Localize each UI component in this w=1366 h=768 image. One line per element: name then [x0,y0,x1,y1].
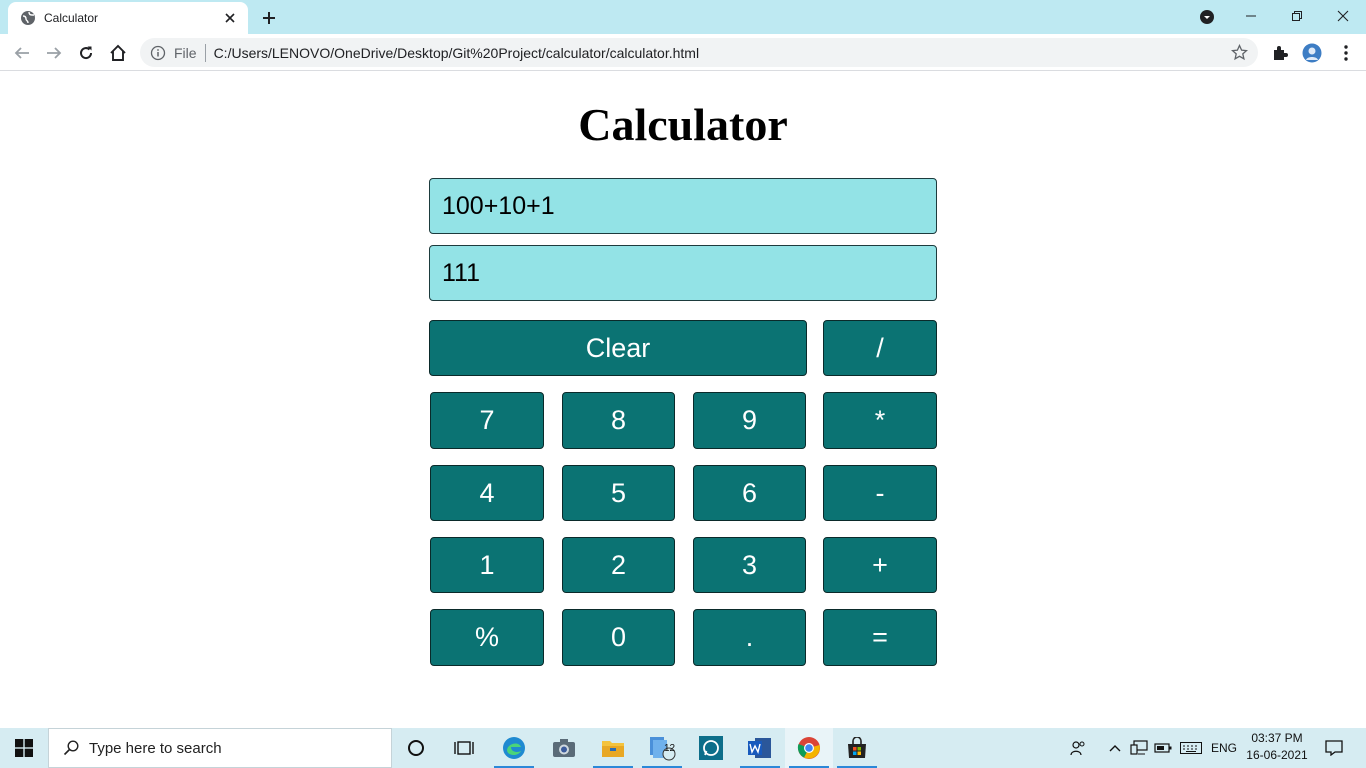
digit-8-button[interactable]: 8 [562,392,675,449]
digit-1-button[interactable]: 1 [430,537,544,593]
restore-window-button[interactable] [1274,0,1320,32]
digit-7-button[interactable]: 7 [430,392,544,449]
browser-menu-icon[interactable] [1333,40,1359,66]
word-docs-group-icon[interactable]: 12 [638,728,686,768]
reload-icon[interactable] [73,40,99,66]
microsoft-store-icon[interactable] [833,728,881,768]
clock-date: 16-06-2021 [1246,748,1308,762]
digit-2-button[interactable]: 2 [562,537,675,593]
clear-button[interactable]: Clear [429,320,807,376]
url-scheme-label: File [174,44,197,61]
multiply-button[interactable]: * [823,392,937,449]
url-text: C:/Users/LENOVO/OneDrive/Desktop/Git%20P… [213,44,700,61]
expression-input[interactable] [429,178,937,234]
windows-start-icon[interactable] [0,728,48,768]
camera-app-icon[interactable] [540,728,588,768]
close-window-button[interactable] [1320,0,1366,32]
keyboard-icon[interactable] [1178,728,1204,768]
file-explorer-icon[interactable] [589,728,637,768]
globe-icon [20,10,36,26]
digit-0-button[interactable]: 0 [562,609,675,666]
battery-icon[interactable] [1152,728,1174,768]
notification-center-icon[interactable] [1316,728,1352,768]
new-tab-button[interactable] [258,7,280,29]
browser-tab[interactable]: Calculator [8,2,248,34]
forward-arrow-icon[interactable] [41,40,67,66]
add-button[interactable]: + [823,537,937,593]
digit-3-button[interactable]: 3 [693,537,806,593]
decimal-point-button[interactable]: . [693,609,806,666]
people-icon[interactable] [1066,728,1090,768]
browser-toolbar: File C:/Users/LENOVO/OneDrive/Desktop/Gi… [0,34,1366,71]
bookmark-star-icon[interactable] [1231,44,1248,61]
whatsapp-icon[interactable] [687,728,735,768]
result-display[interactable] [429,245,937,301]
address-divider [204,43,206,62]
search-icon [63,740,79,756]
taskbar-search-box[interactable]: Type here to search [48,728,392,768]
extensions-puzzle-icon[interactable] [1267,40,1293,66]
search-placeholder: Type here to search [89,739,222,757]
digit-5-button[interactable]: 5 [562,465,675,521]
digit-4-button[interactable]: 4 [430,465,544,521]
subtract-button[interactable]: - [823,465,937,521]
home-icon[interactable] [105,40,131,66]
window-count-badge: 12 [664,743,676,754]
windows-taskbar: Type here to search 12 ENG 03:37 PM 16-0… [0,728,1366,768]
back-arrow-icon[interactable] [9,40,35,66]
divide-button[interactable]: / [823,320,937,376]
microsoft-word-icon[interactable] [736,728,784,768]
clock-time: 03:37 PM [1251,731,1303,745]
address-bar[interactable]: File C:/Users/LENOVO/OneDrive/Desktop/Gi… [140,38,1258,67]
cortana-circle-icon[interactable] [392,728,440,768]
close-tab-icon[interactable] [222,10,238,26]
tab-search-icon[interactable] [1198,8,1216,26]
page-title: Calculator [578,99,788,150]
network-icon[interactable] [1128,728,1150,768]
tab-title: Calculator [44,11,99,25]
chevron-up-icon[interactable] [1104,728,1126,768]
equals-button[interactable]: = [823,609,937,666]
task-view-icon[interactable] [440,728,488,768]
profile-avatar-icon[interactable] [1299,40,1325,66]
info-icon[interactable] [150,45,166,61]
browser-tabstrip: Calculator [0,0,1366,34]
digit-9-button[interactable]: 9 [693,392,806,449]
taskbar-clock[interactable]: 03:37 PM 16-06-2021 [1244,730,1310,766]
digit-6-button[interactable]: 6 [693,465,806,521]
minimize-window-button[interactable] [1228,0,1274,32]
edge-browser-icon[interactable] [490,728,538,768]
percent-button[interactable]: % [430,609,544,666]
language-indicator[interactable]: ENG [1208,728,1240,768]
chrome-browser-icon[interactable] [785,728,833,768]
